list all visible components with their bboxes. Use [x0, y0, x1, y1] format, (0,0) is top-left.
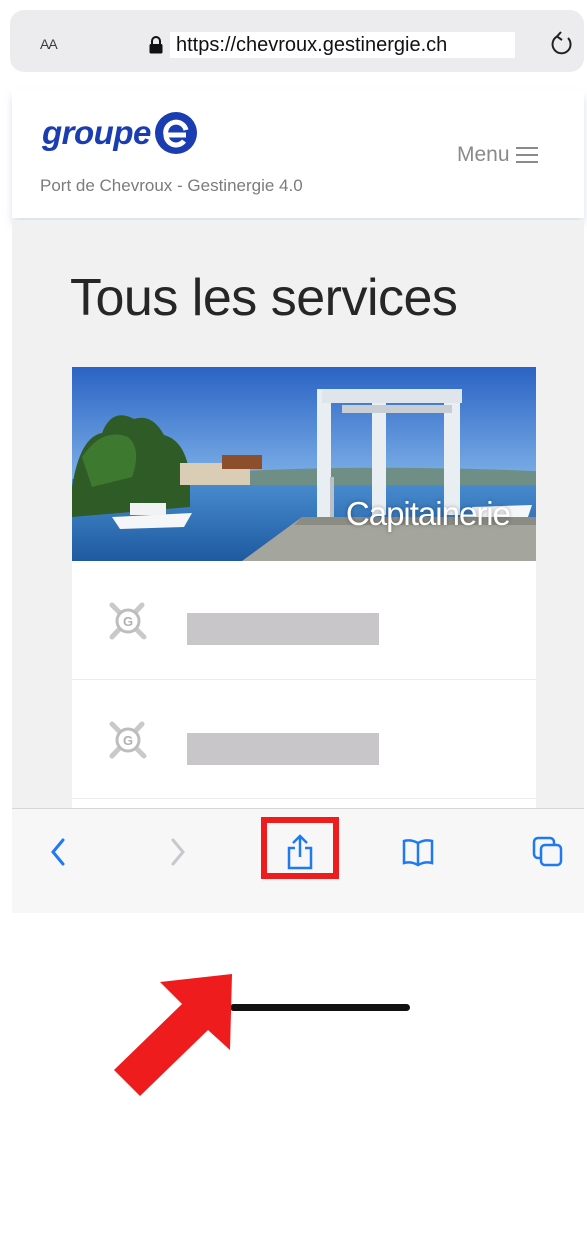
services-list: G G: [72, 561, 536, 811]
tabs-icon: [532, 836, 563, 867]
reload-icon[interactable]: [548, 28, 576, 58]
share-highlight-box: [261, 817, 339, 879]
chevron-left-icon: [51, 838, 65, 866]
home-indicator: [230, 1004, 410, 1011]
list-item[interactable]: G: [72, 680, 536, 799]
tools-g-icon: G: [109, 721, 147, 759]
list-item[interactable]: G: [72, 561, 536, 680]
menu-label: Menu: [457, 143, 510, 166]
chevron-right-icon: [171, 838, 185, 866]
red-arrow-annotation: [114, 974, 232, 1096]
capitainerie-card[interactable]: Capitainerie: [72, 367, 536, 561]
site-subtitle: Port de Chevroux - Gestinergie 4.0: [40, 176, 303, 195]
address-bar[interactable]: AA https://chevroux.gestinergie.ch: [10, 10, 584, 72]
tabs-button[interactable]: [530, 832, 566, 872]
bookmarks-button[interactable]: [400, 832, 436, 872]
svg-text:G: G: [123, 614, 133, 629]
hero-label: Capitainerie: [345, 495, 511, 532]
text-size-button[interactable]: AA: [40, 32, 58, 55]
groupe-e-logo[interactable]: groupe: [42, 108, 199, 158]
back-button[interactable]: [40, 832, 76, 872]
logo-e-icon: [154, 112, 197, 154]
svg-text:G: G: [123, 733, 133, 748]
menu-button[interactable]: Menu: [457, 143, 538, 167]
tools-g-icon: G: [109, 602, 147, 640]
url-field[interactable]: https://chevroux.gestinergie.ch: [170, 32, 515, 58]
hamburger-icon: [515, 147, 538, 163]
lock-icon: [149, 36, 163, 54]
redacted-label: [187, 613, 379, 645]
book-icon: [402, 839, 434, 867]
redacted-label: [187, 733, 379, 765]
page-title: Tous les services: [70, 269, 458, 327]
forward-button[interactable]: [160, 832, 196, 872]
